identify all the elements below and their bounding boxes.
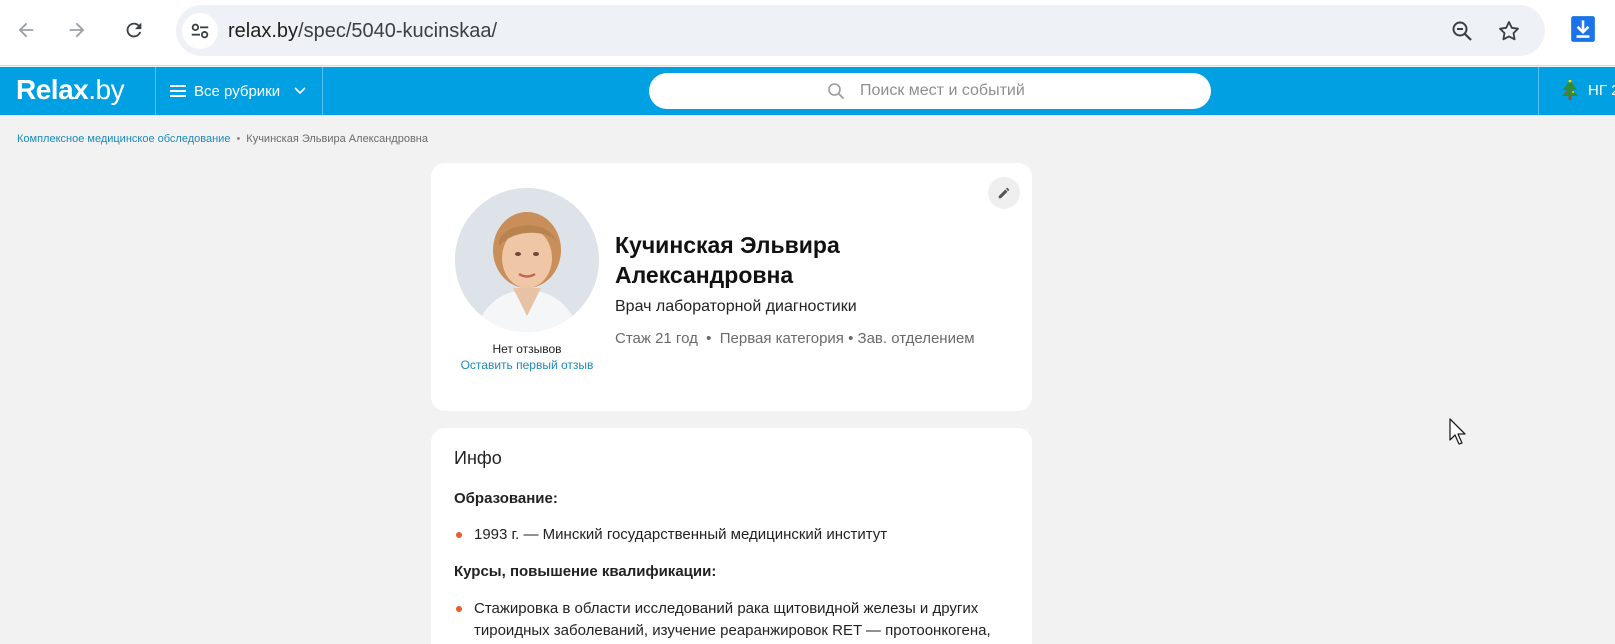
site-search xyxy=(649,73,1211,109)
breadcrumb: Комплексное медицинское обследование • К… xyxy=(17,133,428,145)
back-button[interactable] xyxy=(9,13,43,47)
leave-review-link[interactable]: Оставить первый отзыв xyxy=(455,357,599,373)
browser-toolbar: relax.by/spec/5040-kucinskaa/ xyxy=(0,0,1615,66)
site-logo[interactable]: Relax.by xyxy=(16,74,125,106)
address-bar[interactable]: relax.by/spec/5040-kucinskaa/ xyxy=(176,5,1545,56)
breadcrumb-separator: • xyxy=(236,133,241,145)
url-path: /spec/5040-kucinskaa/ xyxy=(298,20,498,42)
site-header: Relax.by Все рубрики НГ 2 xyxy=(0,67,1615,115)
header-divider xyxy=(1538,67,1539,115)
download-button[interactable] xyxy=(1570,15,1598,45)
courses-label: Курсы, повышение квалификации: xyxy=(454,563,717,580)
doctor-name: Кучинская Эльвира Александровна xyxy=(615,232,840,288)
chevron-down-icon xyxy=(294,87,306,95)
arrow-left-icon xyxy=(18,22,34,38)
pencil-icon xyxy=(998,187,1010,199)
search-icon xyxy=(828,83,845,100)
doctor-profile-card: Нет отзывов Оставить первый отзыв Кучинс… xyxy=(431,163,1032,411)
edit-button[interactable] xyxy=(988,177,1020,209)
star-icon xyxy=(1499,21,1519,41)
hamburger-icon xyxy=(170,85,186,97)
reviews-block: Нет отзывов Оставить первый отзыв xyxy=(455,341,599,373)
logo-suffix: .by xyxy=(88,74,125,105)
reload-button[interactable] xyxy=(117,13,151,47)
reload-icon xyxy=(126,22,142,38)
tune-icon xyxy=(191,23,209,39)
rubrics-label: Все рубрики xyxy=(194,82,281,100)
zoom-out-icon xyxy=(1452,21,1472,41)
all-rubrics-menu[interactable]: Все рубрики xyxy=(170,67,306,115)
info-card: Инфо Образование: 1993 г. — Минский госу… xyxy=(431,428,1032,644)
education-label: Образование: xyxy=(454,490,558,507)
breadcrumb-parent-link[interactable]: Комплексное медицинское обследование xyxy=(17,133,230,145)
doctor-portrait-image xyxy=(455,188,599,332)
search-input[interactable] xyxy=(860,73,1190,109)
header-divider xyxy=(155,67,156,115)
breadcrumb-current: Кучинская Эльвира Александровна xyxy=(246,133,429,145)
new-year-link[interactable]: НГ 2 xyxy=(1562,80,1615,100)
zoom-button[interactable] xyxy=(1449,18,1475,44)
url-text[interactable]: relax.by/spec/5040-kucinskaa/ xyxy=(228,20,497,43)
doctor-specialty: Врач лабораторной диагностики xyxy=(615,298,857,315)
ng-label: НГ 2 xyxy=(1588,81,1615,99)
courses-item: Стажировка в области исследований рака щ… xyxy=(454,598,1014,642)
doctor-meta: Стаж 21 год • Первая категория • Зав. от… xyxy=(615,330,975,347)
bookmark-button[interactable] xyxy=(1496,18,1522,44)
url-host: relax.by xyxy=(228,20,299,42)
logo-main: Relax xyxy=(16,74,89,105)
info-title: Инфо xyxy=(454,448,502,468)
download-icon xyxy=(1571,16,1595,42)
arrow-right-icon xyxy=(69,22,85,38)
mouse-cursor-icon xyxy=(1449,418,1466,445)
doctor-photo xyxy=(455,188,599,332)
no-reviews-label: Нет отзывов xyxy=(492,342,562,356)
site-info-button[interactable] xyxy=(182,13,218,49)
christmas-tree-icon xyxy=(1562,80,1578,100)
education-item: 1993 г. — Минский государственный медици… xyxy=(454,524,1014,546)
forward-button[interactable] xyxy=(60,13,94,47)
header-divider xyxy=(322,67,323,115)
